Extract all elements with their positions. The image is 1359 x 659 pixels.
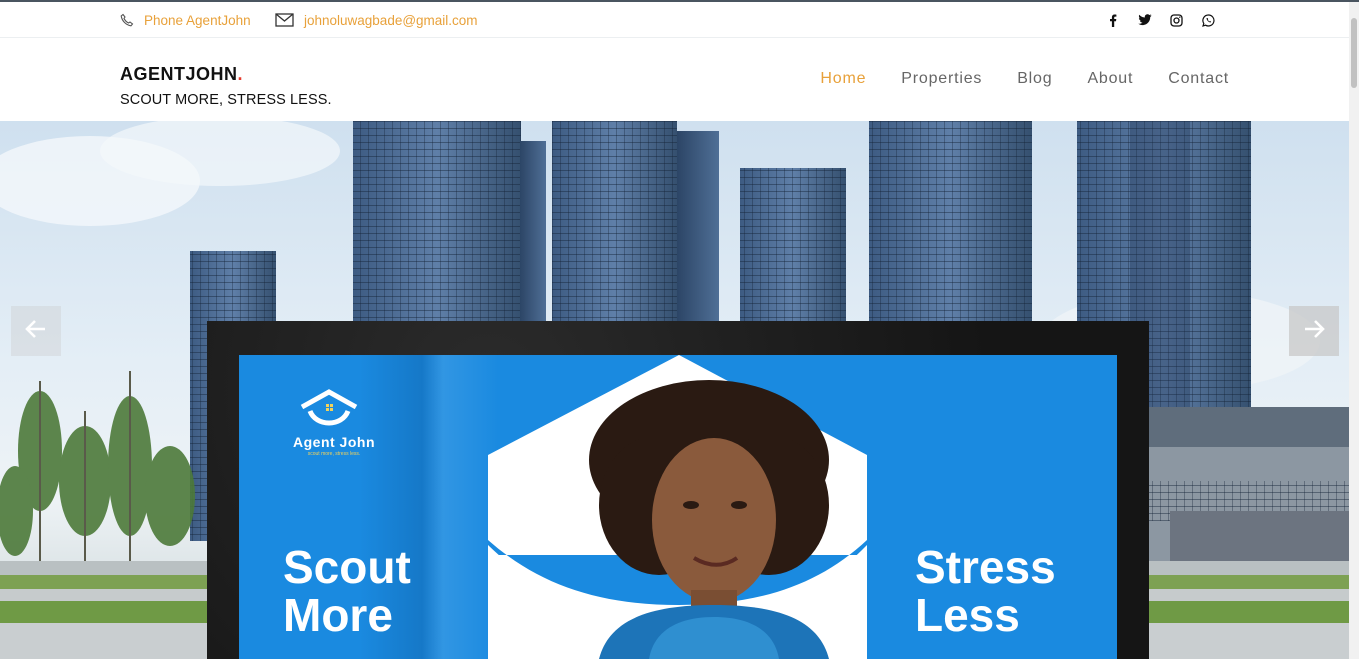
nav-contact[interactable]: Contact (1168, 70, 1229, 88)
poster-logo-tagline: scout more, stress less. (307, 451, 361, 457)
whatsapp-icon[interactable] (1201, 13, 1216, 28)
scrollbar-thumb[interactable] (1351, 18, 1357, 88)
twitter-icon[interactable] (1137, 13, 1152, 28)
nav-about[interactable]: About (1087, 70, 1133, 88)
billboard-poster: Agent John scout more, stress less. Scou… (239, 355, 1117, 659)
arrow-right-icon (1303, 319, 1325, 344)
brand-name-text: AGENTJOHN (120, 64, 238, 84)
brand-logo[interactable]: AGENTJOHN. SCOUT MORE, STRESS LESS. (120, 64, 332, 108)
envelope-icon (275, 13, 294, 27)
poster-right-line1: Stress (915, 541, 1056, 593)
poster-left-heading: Scout More (283, 543, 411, 639)
top-contact-bar: Phone AgentJohn johnoluwagbade@gmail.com (0, 2, 1349, 38)
slider-prev-button[interactable] (11, 306, 61, 356)
nav-properties[interactable]: Properties (901, 70, 982, 88)
poster-left-line1: Scout (283, 541, 411, 593)
arrow-left-icon (25, 319, 47, 344)
brand-dot: . (237, 64, 244, 84)
email-link[interactable]: johnoluwagbade@gmail.com (275, 2, 478, 38)
social-links (1105, 2, 1216, 38)
main-nav: Home Properties Blog About Contact (820, 70, 1229, 88)
phone-link[interactable]: Phone AgentJohn (120, 2, 251, 38)
facebook-icon[interactable] (1105, 13, 1120, 28)
poster-logo: Agent John scout more, stress less. (284, 433, 384, 457)
nav-blog[interactable]: Blog (1017, 70, 1052, 88)
site-header: AGENTJOHN. SCOUT MORE, STRESS LESS. Home… (0, 39, 1349, 121)
email-label: johnoluwagbade@gmail.com (304, 12, 478, 28)
poster-left-line2: More (283, 589, 393, 641)
page-scrollbar[interactable] (1349, 2, 1359, 659)
slider-next-button[interactable] (1289, 306, 1339, 356)
phone-label: Phone AgentJohn (144, 12, 251, 28)
phone-icon (120, 13, 134, 27)
poster-right-line2: Less (915, 589, 1020, 641)
nav-home[interactable]: Home (820, 70, 866, 88)
poster-right-heading: Stress Less (915, 543, 1056, 639)
billboard: Agent John scout more, stress less. Scou… (207, 321, 1149, 659)
brand-name: AGENTJOHN. (120, 64, 332, 85)
instagram-icon[interactable] (1169, 13, 1184, 28)
brand-tagline: SCOUT MORE, STRESS LESS. (120, 92, 332, 108)
poster-logo-name: Agent John (293, 434, 375, 450)
hero-slider: Agent John scout more, stress less. Scou… (0, 121, 1349, 659)
